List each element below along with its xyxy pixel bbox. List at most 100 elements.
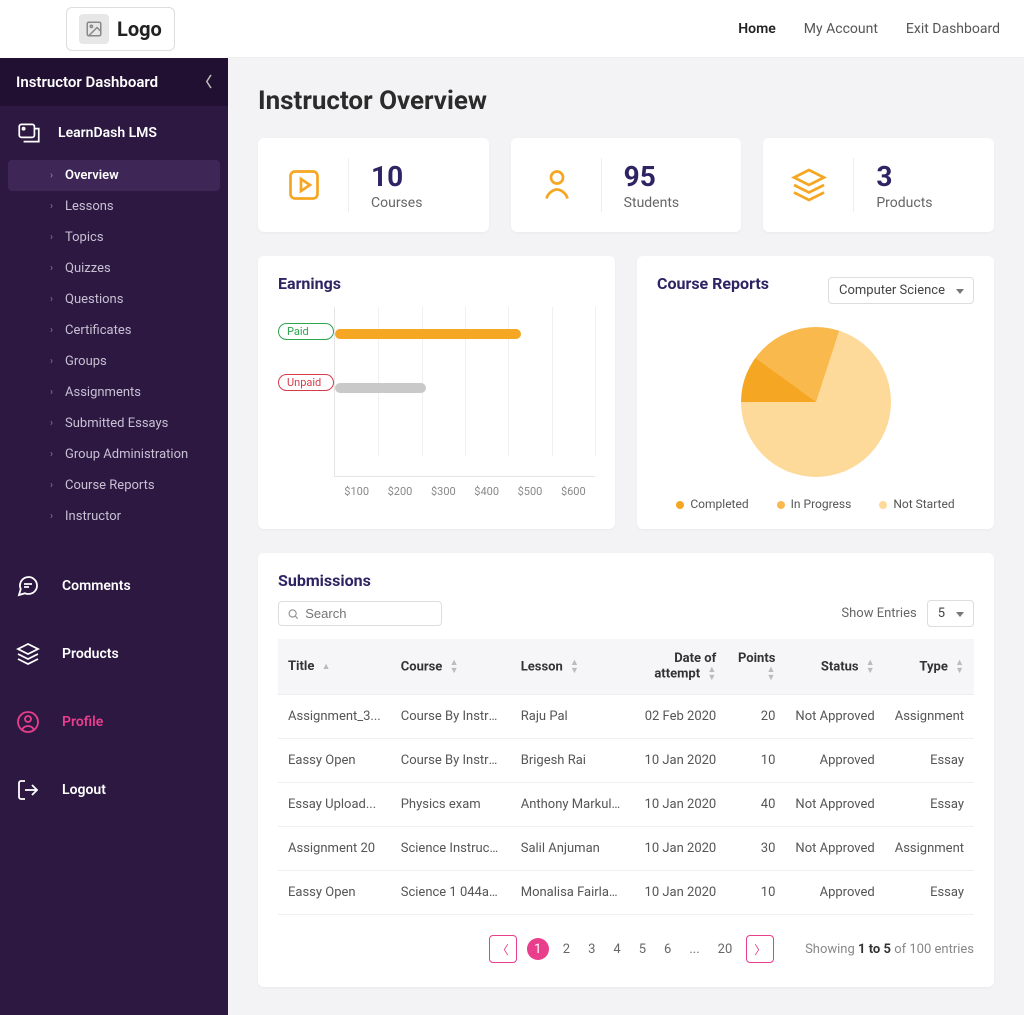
search-icon <box>287 607 299 621</box>
pagination-page[interactable]: 20 <box>714 942 737 957</box>
col-course[interactable]: Course ▲▼ <box>391 639 511 695</box>
chevron-right-icon: › <box>50 263 53 274</box>
page-title: Instructor Overview <box>258 86 994 116</box>
sidebar-item-label: Topics <box>65 230 104 245</box>
sidebar-item-submitted-essays[interactable]: ›Submitted Essays <box>8 408 220 439</box>
topbar-exit-link[interactable]: Exit Dashboard <box>906 21 1000 37</box>
xtick: $300 <box>422 485 465 498</box>
cell-date: 02 Feb 2020 <box>631 695 727 739</box>
col-type[interactable]: Type ▲▼ <box>885 639 974 695</box>
xtick: $100 <box>335 485 378 498</box>
chevron-right-icon: › <box>50 325 53 336</box>
legend-label: Completed <box>690 497 748 511</box>
cell-status: Approved <box>785 871 884 915</box>
legend-in-progress: In Progress <box>777 497 852 511</box>
show-entries-select[interactable]: 5 <box>927 600 974 627</box>
sidebar-item-label: Groups <box>65 354 107 369</box>
sidebar-item-topics[interactable]: ›Topics <box>8 222 220 253</box>
sidebar-section-label: LearnDash LMS <box>58 125 157 141</box>
pagination-page[interactable]: 1 <box>527 938 549 960</box>
cell-points: 10 <box>726 871 785 915</box>
stat-label: Students <box>624 195 679 211</box>
sidebar-item-label: Questions <box>65 292 123 307</box>
panel-row: Earnings Paid Unpaid $100 $200 <box>258 256 994 529</box>
course-select[interactable]: Computer Science <box>828 277 974 304</box>
sidebar-item-label: Logout <box>62 782 106 798</box>
sidebar-item-certificates[interactable]: ›Certificates <box>8 315 220 346</box>
sidebar-item-label: Profile <box>62 714 103 730</box>
showing-prefix: Showing <box>805 942 858 957</box>
sidebar-item-course-reports[interactable]: ›Course Reports <box>8 470 220 501</box>
logo-image-icon <box>79 14 109 44</box>
sidebar-item-label: Overview <box>65 168 119 183</box>
sidebar-item-products[interactable]: Products <box>0 620 228 688</box>
legend-label: In Progress <box>791 497 852 511</box>
sort-icon: ▲▼ <box>450 659 459 675</box>
cell-points: 20 <box>726 695 785 739</box>
search-input[interactable] <box>305 606 433 621</box>
content: Instructor Overview 10 Courses <box>228 58 1024 1015</box>
cell-type: Assignment <box>885 695 974 739</box>
cell-date: 10 Jan 2020 <box>631 871 727 915</box>
sidebar-bottom: Comments Products Profile Logout <box>0 552 228 824</box>
stat-label: Courses <box>371 195 422 211</box>
table-row[interactable]: Assignment_3...Course By InstructorRaju … <box>278 695 974 739</box>
col-lesson[interactable]: Lesson ▲▼ <box>511 639 631 695</box>
col-label: Lesson <box>521 659 563 674</box>
sidebar-item-groups[interactable]: ›Groups <box>8 346 220 377</box>
sidebar-item-comments[interactable]: Comments <box>0 552 228 620</box>
table-row[interactable]: Assignment 20Science InstructorSalil Anj… <box>278 827 974 871</box>
sidebar-item-label: Instructor <box>65 509 121 524</box>
sidebar-item-label: Assignments <box>65 385 141 400</box>
layers-icon <box>787 163 831 207</box>
search-box[interactable] <box>278 601 442 626</box>
sidebar-item-lessons[interactable]: ›Lessons <box>8 191 220 222</box>
pagination-row: 〈 1 2 3 4 5 6 ... 20 〉 Showing 1 to 5 of… <box>278 935 974 963</box>
col-label: Type <box>919 659 947 674</box>
pagination-page[interactable]: 2 <box>559 942 574 957</box>
sort-asc-icon: ▲ <box>322 663 331 671</box>
cell-type: Essay <box>885 783 974 827</box>
main: Home My Account Exit Dashboard Instructo… <box>228 0 1024 1015</box>
sidebar-item-assignments[interactable]: ›Assignments <box>8 377 220 408</box>
cell-course: Course By Instructor <box>391 695 511 739</box>
showing-text: Showing 1 to 5 of 100 entries <box>805 942 974 957</box>
sidebar-item-logout[interactable]: Logout <box>0 756 228 824</box>
pagination-next-button[interactable]: 〉 <box>746 935 774 963</box>
cell-type: Essay <box>885 871 974 915</box>
col-date[interactable]: Date of attempt ▲▼ <box>631 639 727 695</box>
sidebar-item-overview[interactable]: ›Overview <box>8 160 220 191</box>
table-row[interactable]: Eassy OpenCourse By InstructorBrigesh Ra… <box>278 739 974 783</box>
submissions-controls: Show Entries 5 <box>278 600 974 627</box>
topbar-my-account-link[interactable]: My Account <box>804 21 878 37</box>
sidebar-title[interactable]: Instructor Dashboard 〈 <box>0 58 228 106</box>
cell-course: Physics exam <box>391 783 511 827</box>
legend-not-started: Not Started <box>879 497 954 511</box>
cell-lesson: Raju Pal <box>511 695 631 739</box>
pagination-prev-button[interactable]: 〈 <box>489 935 517 963</box>
sidebar-item-quizzes[interactable]: ›Quizzes <box>8 253 220 284</box>
topbar-home-link[interactable]: Home <box>738 21 776 37</box>
cell-status: Not Approved <box>785 695 884 739</box>
cell-status: Not Approved <box>785 783 884 827</box>
sidebar-item-questions[interactable]: ›Questions <box>8 284 220 315</box>
sidebar-section-lms[interactable]: LearnDash LMS <box>0 106 228 154</box>
pagination-page[interactable]: 5 <box>635 942 650 957</box>
col-title[interactable]: Title ▲ <box>278 639 391 695</box>
sidebar-item-instructor[interactable]: ›Instructor <box>8 501 220 532</box>
cell-status: Approved <box>785 739 884 783</box>
pagination-page[interactable]: 4 <box>609 942 624 957</box>
show-entries-value: 5 <box>938 606 945 621</box>
col-status[interactable]: Status ▲▼ <box>785 639 884 695</box>
pagination-page[interactable]: 3 <box>584 942 599 957</box>
sidebar-item-profile[interactable]: Profile <box>0 688 228 756</box>
sidebar-item-group-administration[interactable]: ›Group Administration <box>8 439 220 470</box>
sort-icon: ▲▼ <box>570 659 579 675</box>
stat-value: 10 <box>371 160 422 193</box>
table-row[interactable]: Essay Upload...Physics examAnthony Marku… <box>278 783 974 827</box>
col-points[interactable]: Points ▲▼ <box>726 639 785 695</box>
table-row[interactable]: Eassy OpenScience 1 044agfMonalisa Fairl… <box>278 871 974 915</box>
pagination-page[interactable]: 6 <box>660 942 675 957</box>
chevron-left-icon: 〈 <box>198 72 212 92</box>
cell-course: Science 1 044agf <box>391 871 511 915</box>
